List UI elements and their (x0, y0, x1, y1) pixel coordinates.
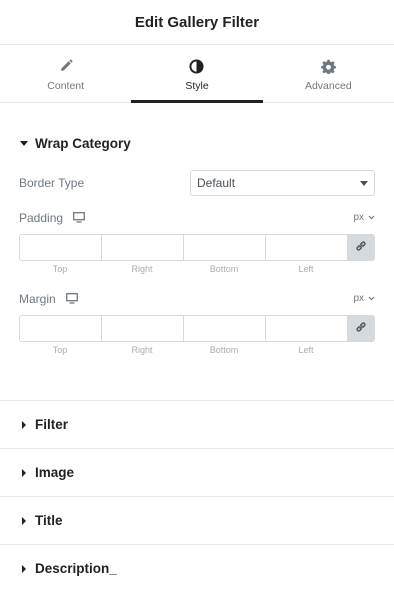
chevron-down-icon (368, 296, 375, 301)
section-image-title: Image (35, 465, 75, 480)
margin-bottom-label: Bottom (209, 345, 239, 355)
link-icon (355, 239, 367, 257)
padding-inputs (19, 234, 375, 261)
tab-advanced[interactable]: Advanced (263, 45, 394, 102)
margin-inputs (19, 315, 375, 342)
caret-right-icon (22, 564, 26, 573)
border-type-select[interactable]: Default (190, 170, 375, 196)
gear-icon (320, 58, 336, 74)
margin-right-label: Right (131, 345, 153, 355)
margin-left-input[interactable] (265, 315, 347, 342)
padding-right-input[interactable] (101, 234, 183, 261)
chevron-down-icon (368, 215, 375, 220)
border-type-value: Default (197, 176, 236, 190)
tab-advanced-label: Advanced (304, 80, 352, 92)
margin-top-input[interactable] (19, 315, 101, 342)
border-type-control: Border Type Default (19, 170, 375, 196)
padding-unit-selector[interactable]: px (353, 212, 375, 223)
tab-content-label: Content (47, 80, 85, 92)
padding-control-header: Padding px (19, 209, 375, 226)
margin-right-input[interactable] (101, 315, 183, 342)
margin-unit-selector[interactable]: px (353, 293, 375, 304)
desktop-icon[interactable] (65, 293, 78, 304)
padding-left-input[interactable] (265, 234, 347, 261)
section-filter[interactable]: Filter (0, 400, 394, 448)
padding-top-input[interactable] (19, 234, 101, 261)
pencil-icon (58, 58, 74, 74)
border-type-label: Border Type (19, 176, 85, 190)
section-filter-title: Filter (35, 417, 69, 432)
wrap-category-section: Wrap Category Border Type Default Paddin… (0, 123, 394, 358)
desktop-icon[interactable] (73, 212, 85, 223)
margin-link-button[interactable] (347, 315, 375, 342)
margin-left-label: Left (298, 345, 314, 355)
tab-content[interactable]: Content (0, 45, 131, 102)
padding-field-labels: Top Right Bottom Left (19, 264, 375, 277)
tab-style-label: Style (185, 80, 209, 92)
padding-bottom-label: Bottom (209, 264, 239, 274)
wrap-category-header[interactable]: Wrap Category (19, 123, 375, 163)
margin-bottom-input[interactable] (183, 315, 265, 342)
margin-control-header: Margin px (19, 290, 375, 307)
section-image[interactable]: Image (0, 448, 394, 496)
section-title-title: Title (35, 513, 63, 528)
caret-down-icon (20, 140, 28, 146)
wrap-category-title: Wrap Category (35, 135, 131, 151)
section-description-title: Description_ (35, 561, 117, 576)
margin-top-label: Top (52, 345, 68, 355)
chevron-down-icon (360, 180, 368, 186)
collapsed-sections: Filter Image Title Description_ (0, 400, 394, 592)
margin-label: Margin (19, 291, 56, 306)
padding-right-label: Right (131, 264, 153, 274)
padding-left-label: Left (298, 264, 314, 274)
padding-top-label: Top (52, 264, 68, 274)
caret-right-icon (22, 516, 26, 525)
section-title[interactable]: Title (0, 496, 394, 544)
panel-header: Edit Gallery Filter (0, 0, 394, 45)
padding-label: Padding (19, 210, 64, 225)
padding-link-button[interactable] (347, 234, 375, 261)
margin-unit: px (353, 293, 364, 304)
link-icon (355, 320, 367, 338)
caret-right-icon (22, 420, 26, 429)
section-description[interactable]: Description_ (0, 544, 394, 592)
tab-bar: Content Style Advanced (0, 45, 394, 103)
padding-bottom-input[interactable] (183, 234, 265, 261)
padding-unit: px (353, 212, 364, 223)
tab-style[interactable]: Style (131, 45, 263, 103)
panel-title: Edit Gallery Filter (134, 13, 260, 31)
caret-right-icon (22, 468, 26, 477)
contrast-icon (189, 58, 205, 74)
margin-field-labels: Top Right Bottom Left (19, 345, 375, 358)
